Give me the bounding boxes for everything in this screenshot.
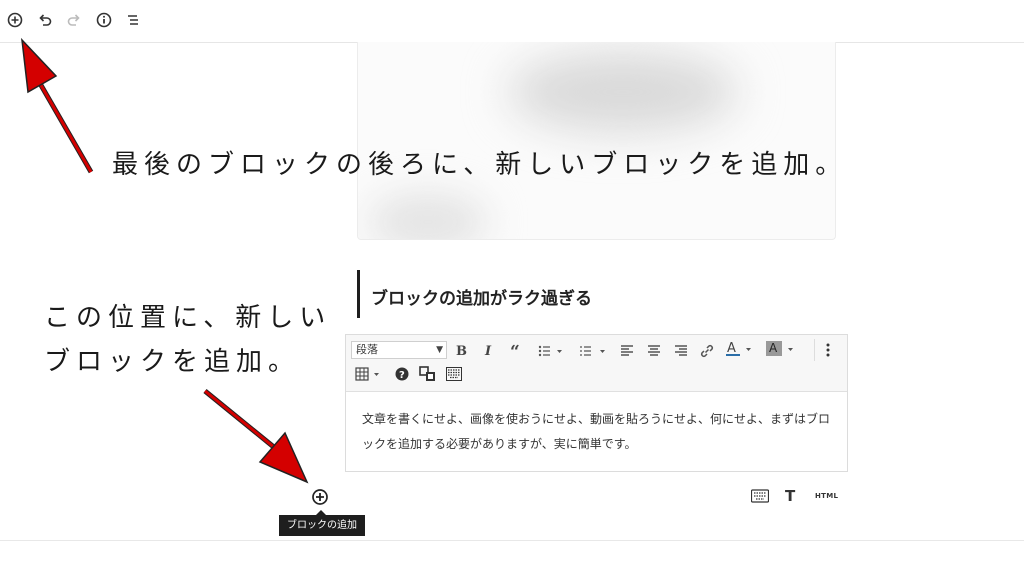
annotation-arrows bbox=[20, 37, 309, 484]
arrow-top-icon bbox=[20, 37, 94, 174]
arrow-bottom-icon bbox=[203, 389, 309, 484]
